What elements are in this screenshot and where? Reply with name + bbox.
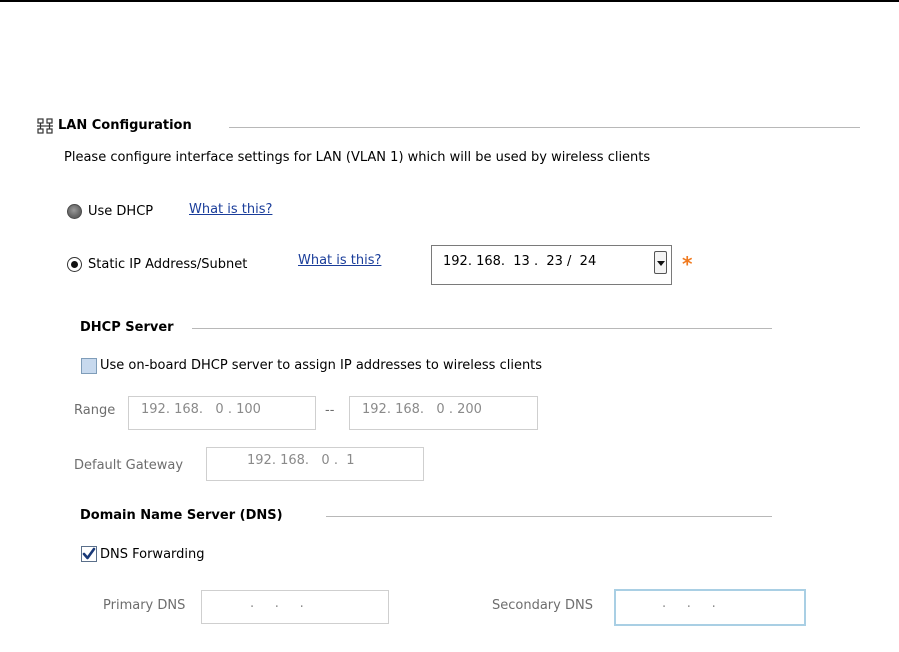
dhcp-server-title: DHCP Server — [80, 320, 174, 335]
static-ip-label: Static IP Address/Subnet — [88, 257, 248, 272]
dns-forwarding-label: DNS Forwarding — [100, 547, 205, 562]
static-ip-radio[interactable] — [67, 257, 82, 272]
lan-section-title: LAN Configuration — [58, 118, 192, 133]
use-dhcp-label: Use DHCP — [88, 204, 154, 219]
dhcp-server-checkbox[interactable] — [81, 358, 97, 374]
dhcp-server-enable-label: Use on-board DHCP server to assign IP ad… — [100, 358, 543, 373]
top-border — [0, 0, 899, 2]
static-ip-help-link[interactable]: What is this? — [298, 253, 381, 268]
default-gateway-input[interactable]: 192. 168. 0 . 1 — [206, 447, 424, 481]
secondary-dns-label: Secondary DNS — [492, 598, 593, 613]
default-gateway-label: Default Gateway — [74, 458, 184, 473]
range-label: Range — [74, 403, 116, 418]
dhcp-server-rule — [192, 328, 772, 329]
dns-section-rule — [326, 516, 772, 517]
range-separator: -- — [325, 403, 335, 418]
secondary-dns-input[interactable]: . . . — [614, 589, 806, 626]
checkmark-icon — [82, 547, 96, 560]
lan-section-rule — [229, 127, 860, 128]
use-dhcp-help-link[interactable]: What is this? — [189, 202, 272, 217]
range-start-input[interactable]: 192. 168. 0 . 100 — [128, 396, 316, 430]
primary-dns-input[interactable]: . . . — [201, 590, 389, 624]
network-icon — [37, 118, 53, 134]
lan-description: Please configure interface settings for … — [64, 150, 651, 165]
required-mark: * — [682, 252, 693, 276]
primary-dns-label: Primary DNS — [103, 598, 186, 613]
static-ip-input[interactable]: 192. 168. 13 . 23 / 24 — [431, 245, 672, 285]
use-dhcp-radio[interactable] — [67, 204, 82, 219]
dns-section-title: Domain Name Server (DNS) — [80, 508, 283, 523]
range-end-input[interactable]: 192. 168. 0 . 200 — [349, 396, 538, 430]
subnet-dropdown-button[interactable] — [654, 251, 667, 274]
dns-forwarding-checkbox[interactable] — [81, 546, 97, 562]
